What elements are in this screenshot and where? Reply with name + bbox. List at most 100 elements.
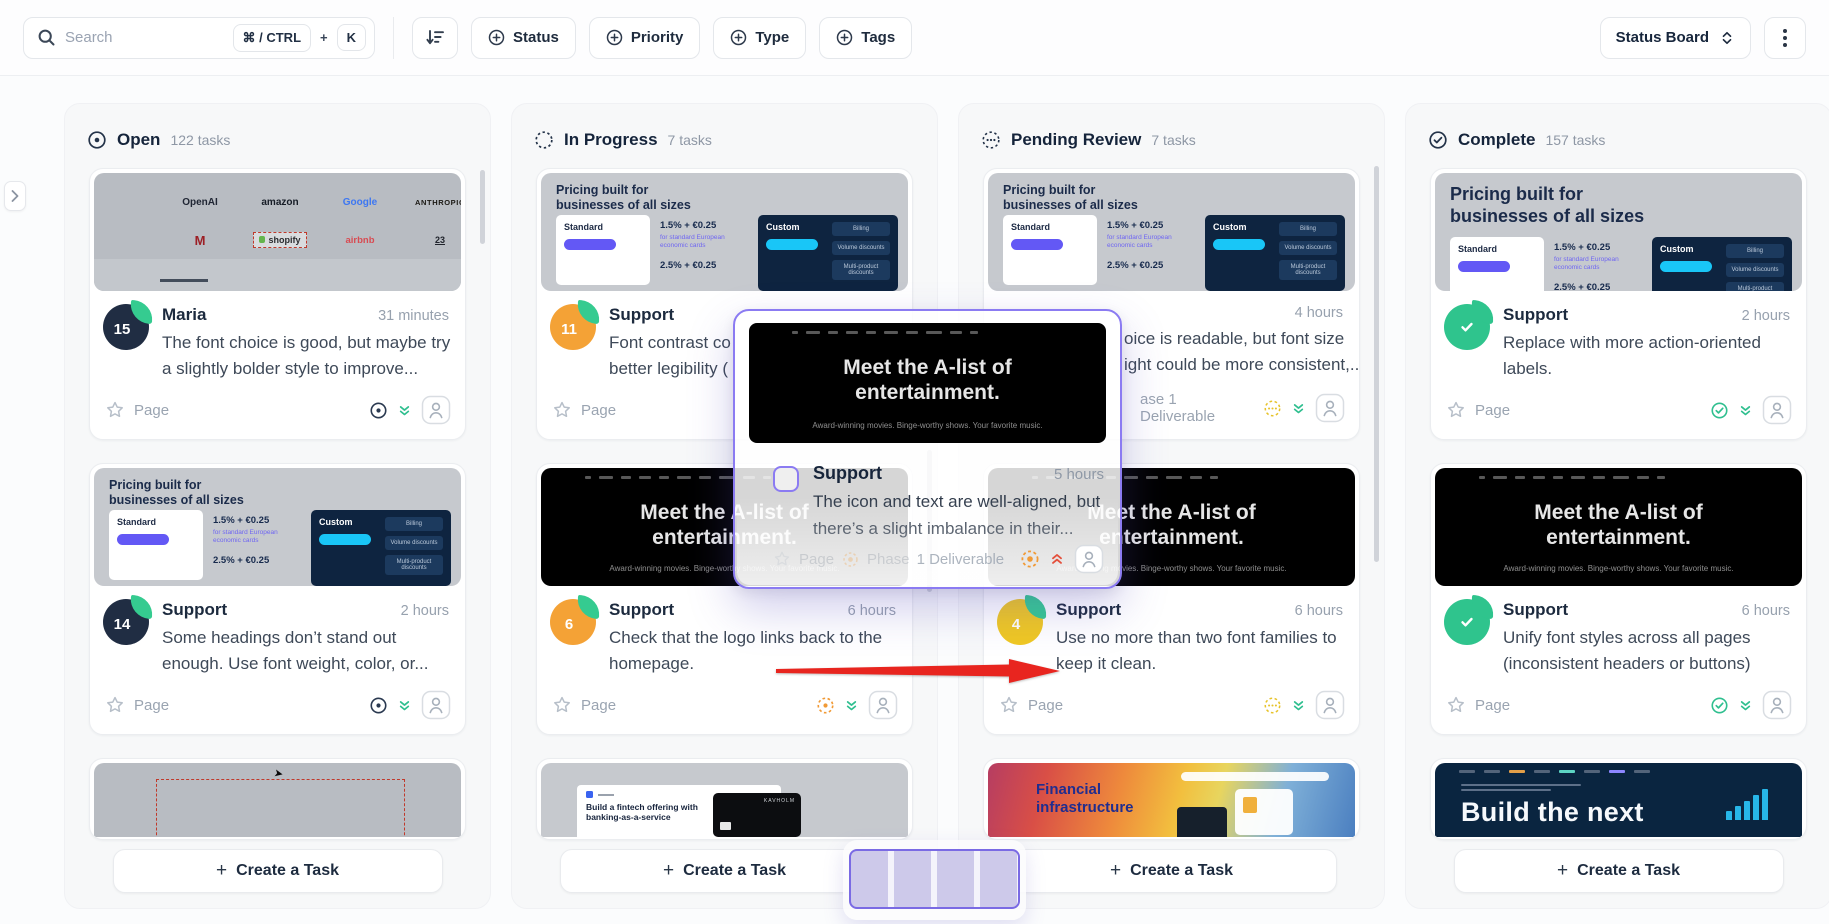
status-pending-review-icon[interactable] xyxy=(1263,399,1282,418)
card-description: Some headings don’t stand outenough. Use… xyxy=(162,625,449,677)
column-title: Complete xyxy=(1458,130,1535,150)
card-type-label: Page xyxy=(581,402,616,419)
plus-circle-icon xyxy=(606,29,623,46)
task-card-partial[interactable]: Build a fintech offering with banking-as… xyxy=(536,758,913,840)
create-task-button[interactable]: +Create a Task xyxy=(560,849,890,893)
red-annotation-arrow xyxy=(776,658,1061,684)
column-count: 7 tasks xyxy=(1151,132,1195,148)
star-icon[interactable] xyxy=(552,400,572,420)
star-icon[interactable] xyxy=(552,695,572,715)
create-task-button[interactable]: +Create a Task xyxy=(113,849,443,893)
status-open-icon[interactable] xyxy=(369,696,388,715)
task-card[interactable]: Pricing built for businesses of all size… xyxy=(89,463,466,735)
assignee-button[interactable] xyxy=(1315,393,1345,423)
card-description: Unify font styles across all pages(incon… xyxy=(1503,625,1790,677)
status-pending-review-icon[interactable] xyxy=(1263,696,1282,715)
filter-priority-button[interactable]: Priority xyxy=(589,17,701,59)
assignee-button[interactable] xyxy=(1762,395,1792,425)
dragged-task-card[interactable]: Meet the A-list of entertainment. Award-… xyxy=(733,309,1122,589)
card-image-logos: OpenAI amazon Google ANTHROPIC M shopify… xyxy=(94,173,461,291)
deliverable-label: 1 Deliverable xyxy=(917,551,1005,568)
column-count: 157 tasks xyxy=(1545,132,1605,148)
task-card-partial[interactable]: Financial infrastructure xyxy=(983,758,1360,840)
assignee-button[interactable] xyxy=(1315,690,1345,720)
priority-chevrons-up-icon[interactable] xyxy=(1048,550,1066,568)
card-timestamp: 6 hours xyxy=(848,603,896,619)
star-icon[interactable] xyxy=(105,695,125,715)
column-scrollbar[interactable] xyxy=(480,170,485,244)
sidebar-expand-handle[interactable] xyxy=(4,181,26,211)
sort-button[interactable] xyxy=(412,17,458,59)
filter-tags-button[interactable]: Tags xyxy=(819,17,912,59)
priority-chevrons-down-icon[interactable] xyxy=(396,697,413,714)
search-input[interactable] xyxy=(65,29,224,46)
shortcut-k-badge: K xyxy=(337,24,366,51)
status-target-icon[interactable] xyxy=(1020,549,1040,569)
filter-status-button[interactable]: Status xyxy=(471,17,576,59)
star-icon[interactable] xyxy=(999,695,1019,715)
logo-anthropic: ANTHROPIC xyxy=(415,198,461,207)
card-timestamp: 4 hours xyxy=(1295,305,1343,321)
task-count-badge: 14 xyxy=(103,599,149,645)
view-selector-button[interactable]: Status Board xyxy=(1600,17,1751,59)
column-title: Pending Review xyxy=(1011,130,1141,150)
task-checkbox[interactable] xyxy=(773,466,799,492)
assignee-button[interactable] xyxy=(421,395,451,425)
status-open-icon[interactable] xyxy=(369,401,388,420)
priority-chevrons-down-icon[interactable] xyxy=(1737,697,1754,714)
card-timestamp: 6 hours xyxy=(1742,603,1790,619)
task-card[interactable]: Meet the A-list of entertainment. Award-… xyxy=(1430,463,1807,735)
task-complete-badge xyxy=(1444,599,1490,645)
priority-chevrons-down-icon[interactable] xyxy=(1737,402,1754,419)
card-image-entertainment: Meet the A-list of entertainment. Award-… xyxy=(1435,468,1802,586)
status-in-progress-icon[interactable] xyxy=(816,696,835,715)
status-complete-icon xyxy=(1428,130,1448,150)
assignee-button[interactable] xyxy=(421,690,451,720)
card-type-label: Page xyxy=(1475,697,1510,714)
view-selector-label: Status Board xyxy=(1616,29,1709,46)
kebab-icon xyxy=(1783,29,1787,47)
create-task-button[interactable]: +Create a Task xyxy=(1007,849,1337,893)
column-complete: Complete 157 tasks Pricing built for bus… xyxy=(1405,103,1829,909)
card-title: Support xyxy=(1056,600,1295,620)
task-card[interactable]: Pricing built for businesses of all size… xyxy=(1430,168,1807,440)
column-complete-header: Complete 157 tasks xyxy=(1406,104,1829,168)
create-task-button[interactable]: +Create a Task xyxy=(1454,849,1784,893)
filter-type-button[interactable]: Type xyxy=(713,17,806,59)
priority-chevrons-down-icon[interactable] xyxy=(1290,400,1307,417)
card-description: The font choice is good, but maybe trya … xyxy=(162,330,449,382)
assignee-button[interactable] xyxy=(868,690,898,720)
card-image-entertainment: Meet the A-list of entertainment. Award-… xyxy=(749,323,1106,443)
task-card[interactable]: OpenAI amazon Google ANTHROPIC M shopify… xyxy=(89,168,466,440)
card-title: Support xyxy=(1503,305,1742,325)
card-timestamp: 6 hours xyxy=(1295,603,1343,619)
card-image-developers: Build the next xyxy=(1435,763,1802,837)
sort-descending-icon xyxy=(424,27,446,49)
assignee-button[interactable] xyxy=(1762,690,1792,720)
filter-type-label: Type xyxy=(755,29,789,46)
card-type-label: Page xyxy=(581,697,616,714)
priority-chevrons-down-icon[interactable] xyxy=(843,697,860,714)
task-card-partial[interactable]: Build the next xyxy=(1430,758,1807,840)
priority-chevrons-down-icon[interactable] xyxy=(396,402,413,419)
card-image-fintech: Build a fintech offering with banking-as… xyxy=(541,763,908,837)
priority-chevrons-down-icon[interactable] xyxy=(1290,697,1307,714)
card-timestamp: 2 hours xyxy=(401,603,449,619)
status-complete-icon[interactable] xyxy=(1710,696,1729,715)
star-icon[interactable] xyxy=(1446,400,1466,420)
assignee-button[interactable] xyxy=(1074,544,1104,574)
card-timestamp: 5 hours xyxy=(1054,466,1104,483)
search-input-container[interactable]: ⌘ / CTRL + K xyxy=(23,17,375,59)
card-title: Support xyxy=(609,600,848,620)
card-timestamp: 2 hours xyxy=(1742,308,1790,324)
card-type-label: Page xyxy=(1028,697,1063,714)
more-menu-button[interactable] xyxy=(1764,17,1806,59)
column-scrollbar[interactable] xyxy=(1374,166,1379,562)
status-complete-icon[interactable] xyxy=(1710,401,1729,420)
logo-openai: OpenAI xyxy=(182,197,218,208)
app-canvas: ⌘ / CTRL + K Status Priority Type Tags S… xyxy=(0,0,1829,924)
card-title: Maria xyxy=(162,305,378,325)
star-icon[interactable] xyxy=(1446,695,1466,715)
star-icon[interactable] xyxy=(105,400,125,420)
task-card-partial[interactable]: ➤ xyxy=(89,758,466,840)
